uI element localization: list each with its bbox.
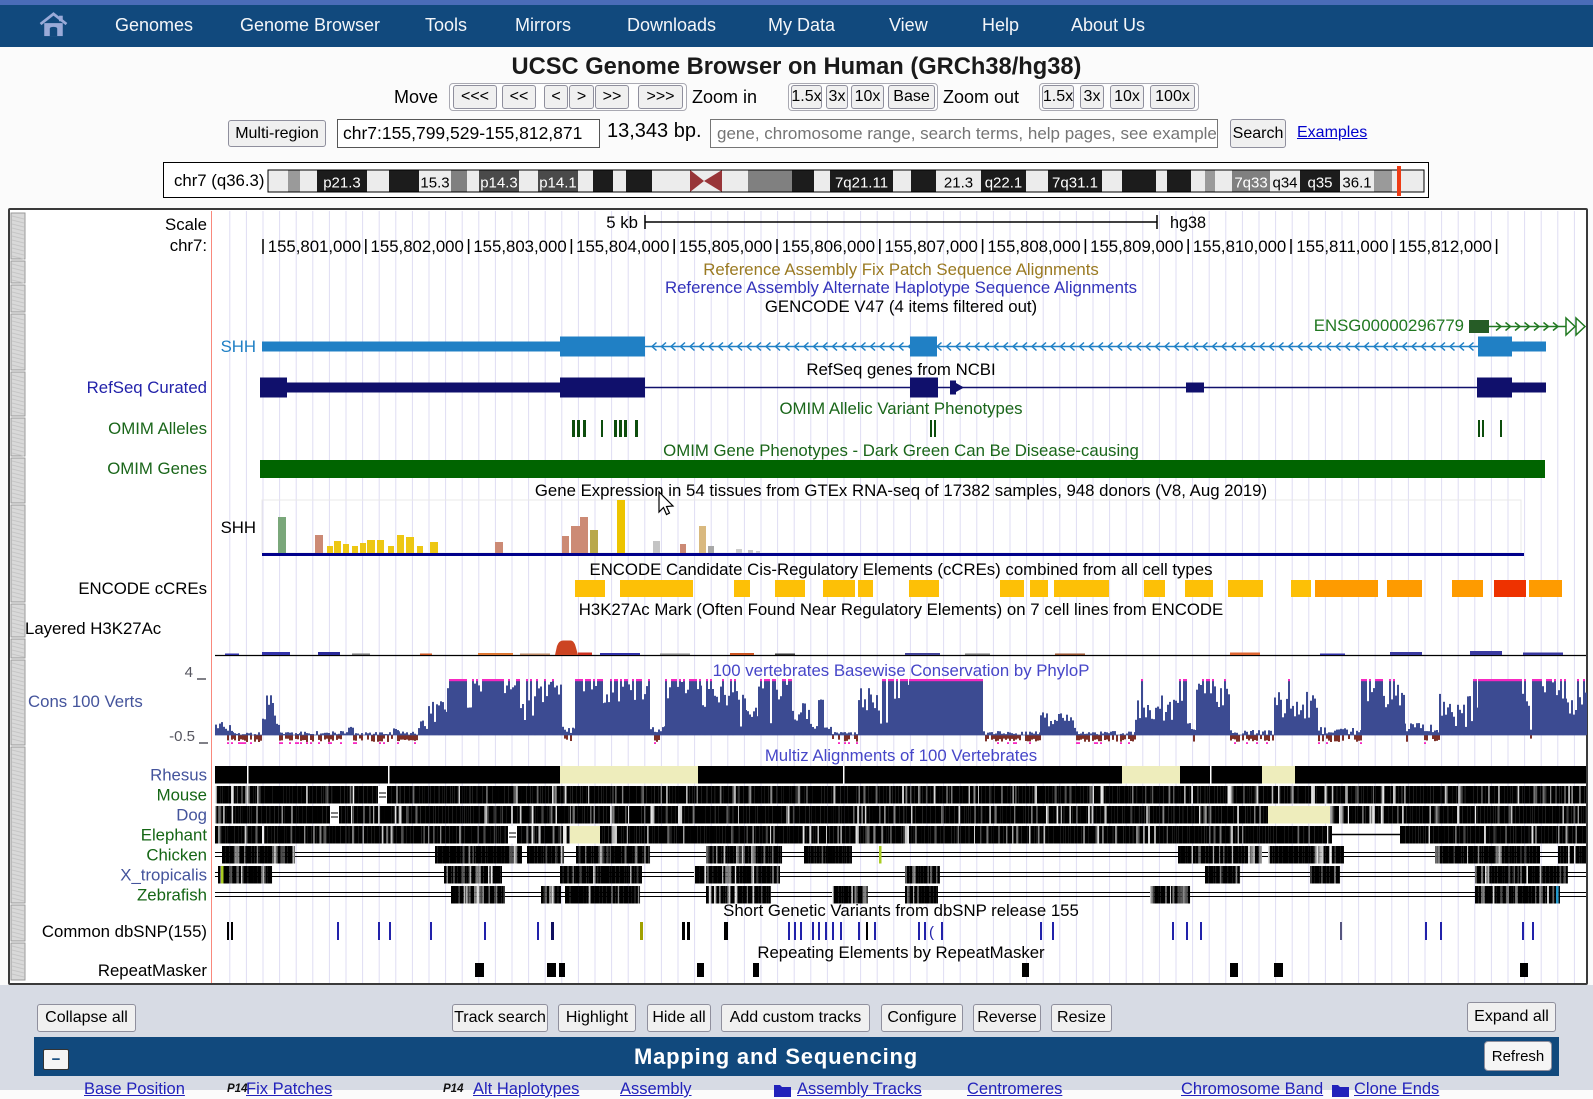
svg-text:Chicken: Chicken	[146, 846, 207, 865]
svg-text:15.3: 15.3	[420, 175, 449, 192]
svg-text:7q33: 7q33	[1234, 175, 1267, 192]
svg-text:Elephant: Elephant	[141, 826, 208, 845]
svg-text:155,801,000: 155,801,000	[268, 237, 361, 256]
svg-text:155,807,000: 155,807,000	[885, 237, 978, 256]
svg-text:Mouse: Mouse	[157, 786, 207, 805]
svg-text:155,812,000: 155,812,000	[1399, 237, 1492, 256]
svg-text:155,810,000: 155,810,000	[1193, 237, 1286, 256]
svg-text:Reference Assembly Fix Patch S: Reference Assembly Fix Patch Sequence Al…	[703, 260, 1099, 279]
svg-text:ENCODE Candidate Cis-Regulator: ENCODE Candidate Cis-Regulatory Elements…	[590, 560, 1213, 579]
svg-text:q34: q34	[1272, 175, 1297, 192]
svg-text:p21.3: p21.3	[323, 175, 361, 192]
svg-text:Dog: Dog	[176, 806, 207, 825]
svg-text:OMIM Genes: OMIM Genes	[107, 459, 207, 478]
svg-text:36.1: 36.1	[1342, 175, 1371, 192]
svg-text:21.3: 21.3	[944, 175, 973, 192]
svg-text:Scale: Scale	[165, 215, 207, 234]
svg-text:Short Genetic Variants from db: Short Genetic Variants from dbSNP releas…	[723, 901, 1079, 920]
svg-text:ENCODE cCREs: ENCODE cCREs	[78, 579, 207, 598]
svg-text:4: 4	[185, 664, 193, 681]
svg-text:-0.5: -0.5	[169, 728, 195, 745]
svg-text:RefSeq genes from NCBI: RefSeq genes from NCBI	[806, 360, 995, 379]
svg-text:OMIM Alleles: OMIM Alleles	[108, 419, 207, 438]
svg-text:155,806,000: 155,806,000	[782, 237, 875, 256]
svg-text:Reference Assembly Alternate H: Reference Assembly Alternate Haplotype S…	[665, 278, 1137, 297]
svg-text:Layered H3K27Ac: Layered H3K27Ac	[25, 619, 161, 638]
svg-text:Rhesus: Rhesus	[150, 766, 207, 785]
svg-text:155,805,000: 155,805,000	[679, 237, 772, 256]
svg-text:Repeating Elements by RepeatMa: Repeating Elements by RepeatMasker	[757, 943, 1045, 962]
svg-text:ENSG00000296779: ENSG00000296779	[1314, 316, 1464, 335]
svg-text:OMIM Allelic Variant Phenotype: OMIM Allelic Variant Phenotypes	[779, 399, 1022, 418]
svg-text:(: (	[929, 924, 934, 941]
svg-text:SHH: SHH	[221, 337, 256, 356]
svg-text:155,804,000: 155,804,000	[576, 237, 669, 256]
svg-text:p14.3: p14.3	[480, 175, 518, 192]
svg-text:100 vertebrates Basewise Conse: 100 vertebrates Basewise Conservation by…	[713, 661, 1090, 680]
svg-text:hg38: hg38	[1170, 214, 1206, 232]
svg-text:7q21.11: 7q21.11	[835, 175, 888, 192]
svg-text:155,803,000: 155,803,000	[473, 237, 566, 256]
svg-text:H3K27Ac Mark (Often Found Near: H3K27Ac Mark (Often Found Near Regulator…	[579, 600, 1223, 619]
svg-text:Common dbSNP(155): Common dbSNP(155)	[42, 922, 207, 941]
svg-text:Zebrafish: Zebrafish	[137, 886, 207, 905]
svg-text:q22.1: q22.1	[985, 175, 1023, 192]
svg-text:5 kb: 5 kb	[606, 213, 638, 232]
svg-text:chr7 (q36.3): chr7 (q36.3)	[174, 171, 264, 190]
svg-text:X_tropicalis: X_tropicalis	[120, 866, 207, 885]
svg-text:Multiz Alignments of 100 Verte: Multiz Alignments of 100 Vertebrates	[765, 746, 1037, 765]
svg-text:RepeatMasker: RepeatMasker	[98, 961, 208, 980]
svg-text:155,809,000: 155,809,000	[1090, 237, 1183, 256]
svg-text:155,811,000: 155,811,000	[1296, 237, 1388, 256]
svg-text:Cons 100 Verts: Cons 100 Verts	[28, 692, 143, 711]
svg-text:RefSeq Curated: RefSeq Curated	[87, 378, 207, 397]
svg-text:Gene Expression in 54 tissues: Gene Expression in 54 tissues from GTEx …	[535, 481, 1267, 500]
svg-text:155,802,000: 155,802,000	[371, 237, 464, 256]
svg-text:OMIM Gene Phenotypes - Dark Gr: OMIM Gene Phenotypes - Dark Green Can Be…	[663, 441, 1139, 460]
svg-text:155,808,000: 155,808,000	[987, 237, 1080, 256]
svg-text:GENCODE V47 (4 items filtered: GENCODE V47 (4 items filtered out)	[765, 297, 1037, 316]
svg-text:7q31.1: 7q31.1	[1052, 175, 1098, 192]
svg-text:p14.1: p14.1	[539, 175, 577, 192]
svg-text:SHH: SHH	[221, 518, 256, 537]
svg-text:chr7:: chr7:	[170, 236, 207, 255]
svg-text:q35: q35	[1307, 175, 1332, 192]
